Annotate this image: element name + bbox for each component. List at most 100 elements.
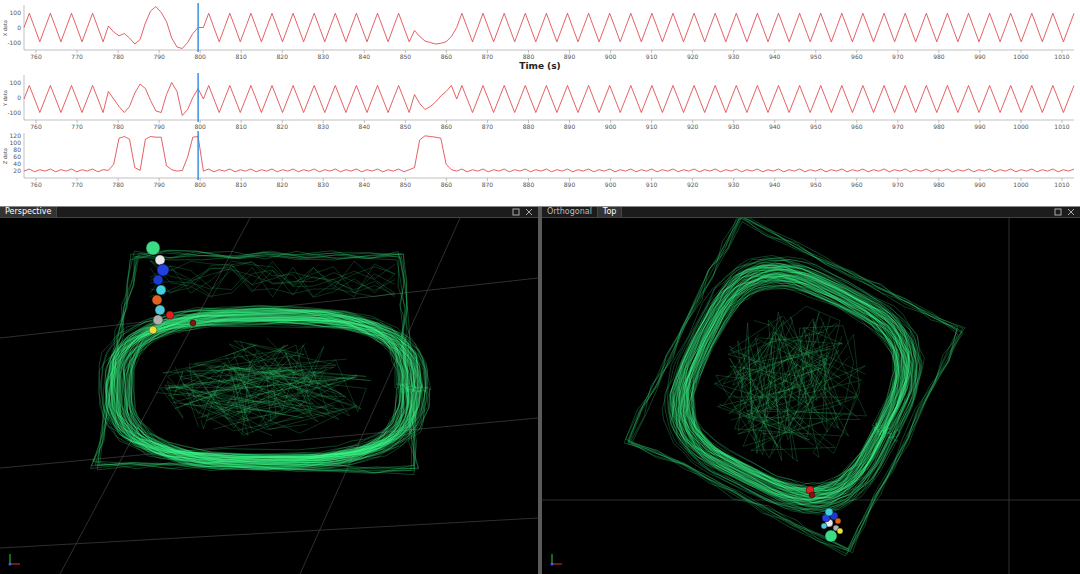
x-tick: 800 bbox=[194, 181, 206, 188]
window-controls-icon[interactable] bbox=[1054, 208, 1076, 216]
time-series-chart[interactable]: X data1000-10076077078079080081082083084… bbox=[0, 2, 1080, 60]
marker[interactable] bbox=[153, 315, 163, 325]
trajectory-trace bbox=[124, 319, 402, 458]
x-tick: 790 bbox=[153, 181, 165, 188]
x-tick: 760 bbox=[30, 181, 42, 188]
trajectory-trace bbox=[127, 320, 403, 463]
marker[interactable] bbox=[146, 241, 160, 255]
marker[interactable] bbox=[837, 528, 843, 534]
marker[interactable] bbox=[825, 530, 837, 542]
x-tick: 890 bbox=[564, 53, 576, 60]
trajectory-trace bbox=[150, 264, 395, 297]
time-series-chart[interactable]: Y data1000-10076077078079080081082083084… bbox=[0, 72, 1080, 130]
x-tick: 880 bbox=[523, 53, 535, 60]
x-tick: 770 bbox=[71, 181, 83, 188]
graph-panel: X data1000-10076077078079080081082083084… bbox=[0, 0, 1080, 207]
marker[interactable] bbox=[152, 295, 162, 305]
trajectory-trace bbox=[131, 309, 412, 463]
marker[interactable] bbox=[190, 320, 196, 326]
x-axis-label: Time (s) bbox=[0, 60, 1080, 72]
trajectory-trace bbox=[673, 267, 917, 513]
trajectory-trace bbox=[662, 258, 916, 512]
marker[interactable] bbox=[153, 275, 163, 285]
marker[interactable] bbox=[149, 326, 157, 334]
x-tick: 1010 bbox=[1054, 181, 1069, 188]
x-tick: 820 bbox=[277, 53, 289, 60]
x-tick: 870 bbox=[482, 123, 494, 130]
marker[interactable] bbox=[166, 311, 174, 319]
x-tick: 910 bbox=[646, 181, 658, 188]
trajectory-trace bbox=[167, 365, 250, 434]
trajectory-trace bbox=[129, 318, 408, 460]
trajectory-trace bbox=[105, 321, 417, 460]
trajectory-trace bbox=[112, 315, 409, 461]
trajectory-trace bbox=[724, 332, 824, 440]
time-cursor[interactable] bbox=[197, 131, 199, 180]
x-tick: 960 bbox=[851, 123, 863, 130]
viewport-tab[interactable]: Orthogonal bbox=[542, 207, 598, 217]
marker[interactable] bbox=[809, 492, 815, 498]
series-line bbox=[24, 7, 1074, 49]
time-series-chart[interactable]: Z data1201008060402076077078079080081082… bbox=[0, 130, 1080, 188]
x-tick: 780 bbox=[112, 181, 124, 188]
marker[interactable] bbox=[835, 518, 841, 524]
y-tick: 20 bbox=[13, 167, 21, 174]
x-tick: 860 bbox=[441, 123, 453, 130]
marker[interactable] bbox=[825, 508, 833, 516]
trajectory-trace bbox=[670, 260, 916, 507]
trajectory-trace bbox=[150, 268, 395, 293]
trajectory-trace bbox=[630, 218, 957, 550]
trajectory-trace bbox=[628, 218, 963, 553]
x-tick: 950 bbox=[810, 123, 822, 130]
3d-scene[interactable] bbox=[0, 218, 538, 574]
marker[interactable] bbox=[155, 255, 165, 265]
x-tick: 880 bbox=[523, 181, 535, 188]
x-tick: 820 bbox=[277, 123, 289, 130]
trajectory-trace bbox=[193, 371, 344, 435]
trajectory-trace bbox=[778, 326, 853, 459]
trajectory-trace bbox=[681, 278, 899, 495]
x-tick: 970 bbox=[892, 53, 904, 60]
viewport[interactable]: Perspective bbox=[0, 207, 538, 574]
trajectory-trace bbox=[105, 314, 416, 460]
window-controls-icon[interactable] bbox=[512, 208, 534, 216]
trajectory-trace bbox=[687, 269, 910, 491]
3d-scene[interactable] bbox=[542, 218, 1080, 574]
viewport-tab[interactable]: Top bbox=[598, 207, 623, 217]
trajectory-trace bbox=[150, 261, 395, 297]
grid-line bbox=[1009, 218, 1010, 574]
trajectory-trace bbox=[107, 320, 414, 458]
trajectory-trace bbox=[117, 314, 404, 462]
x-tick: 970 bbox=[892, 123, 904, 130]
y-tick: -100 bbox=[7, 39, 21, 46]
trajectory-trace bbox=[632, 218, 958, 549]
marker[interactable] bbox=[157, 264, 169, 276]
marker[interactable] bbox=[821, 523, 827, 529]
trajectory-trace bbox=[117, 318, 413, 460]
x-tick: 900 bbox=[605, 53, 617, 60]
trajectory-trace bbox=[120, 321, 411, 456]
trajectory-trace bbox=[127, 320, 413, 457]
x-tick: 1010 bbox=[1054, 123, 1069, 130]
trajectory-trace bbox=[113, 321, 412, 458]
x-tick: 770 bbox=[71, 123, 83, 130]
trajectory-trace bbox=[730, 316, 857, 411]
trajectory-trace bbox=[110, 321, 408, 459]
x-tick: 800 bbox=[194, 53, 206, 60]
x-tick: 910 bbox=[646, 123, 658, 130]
y-tick: 100 bbox=[10, 9, 22, 16]
grid-line bbox=[0, 518, 538, 548]
viewport-tab[interactable]: Perspective bbox=[0, 207, 57, 217]
x-tick: 810 bbox=[235, 123, 247, 130]
x-tick: 940 bbox=[769, 123, 781, 130]
viewport-area: Perspective OrthogonalTop bbox=[0, 207, 1080, 574]
time-cursor[interactable] bbox=[197, 3, 199, 52]
marker[interactable] bbox=[156, 285, 166, 295]
viewport[interactable]: OrthogonalTop bbox=[542, 207, 1080, 574]
trajectory-trace bbox=[678, 270, 915, 510]
viewport-header: Perspective bbox=[0, 207, 538, 218]
marker[interactable] bbox=[155, 305, 165, 315]
x-tick: 760 bbox=[30, 53, 42, 60]
time-cursor[interactable] bbox=[197, 73, 199, 122]
trajectory-trace bbox=[129, 320, 412, 461]
